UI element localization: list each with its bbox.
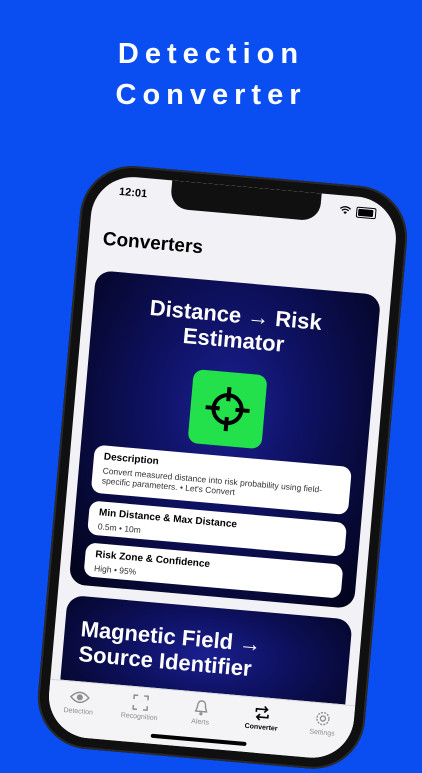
- tab-label: Recognition: [120, 711, 158, 723]
- tab-settings[interactable]: Settings: [294, 707, 352, 739]
- phone-mockup: 12:01 Converters Distance → Risk Estimat…: [33, 161, 412, 773]
- wifi-icon: [339, 205, 352, 217]
- tab-label: Alerts: [190, 718, 210, 727]
- headline: Detection Converter: [0, 34, 422, 116]
- tab-converter[interactable]: Converter: [233, 702, 291, 734]
- card-title: Magnetic Field → Source Identifier: [77, 616, 263, 682]
- headline-line-2: Converter: [115, 79, 307, 111]
- phone-screen: 12:01 Converters Distance → Risk Estimat…: [45, 173, 400, 762]
- tab-detection[interactable]: Detection: [50, 686, 108, 718]
- card-title: Distance → Risk Estimator: [148, 295, 323, 357]
- tab-label: Converter: [244, 722, 278, 733]
- bell-icon: [190, 698, 213, 718]
- notch: [169, 180, 322, 222]
- tab-recognition[interactable]: Recognition: [111, 691, 169, 723]
- battery-icon: [355, 206, 377, 220]
- scan-icon: [129, 693, 152, 713]
- tab-label: Detection: [63, 706, 94, 717]
- convert-arrows-icon: [251, 703, 274, 723]
- phone-frame: 12:01 Converters Distance → Risk Estimat…: [33, 161, 412, 773]
- gear-icon: [312, 709, 335, 729]
- headline-line-1: Detection: [117, 38, 305, 70]
- tab-alerts[interactable]: Alerts: [172, 697, 230, 729]
- converter-card-distance-risk[interactable]: Distance → Risk Estimator Description Co…: [68, 270, 382, 609]
- crosshair-icon: [187, 369, 268, 450]
- status-time: 12:01: [118, 185, 148, 201]
- page-title: Converters: [101, 228, 204, 259]
- tab-label: Settings: [309, 728, 335, 738]
- eye-icon: [68, 687, 91, 707]
- status-icons: [339, 205, 377, 220]
